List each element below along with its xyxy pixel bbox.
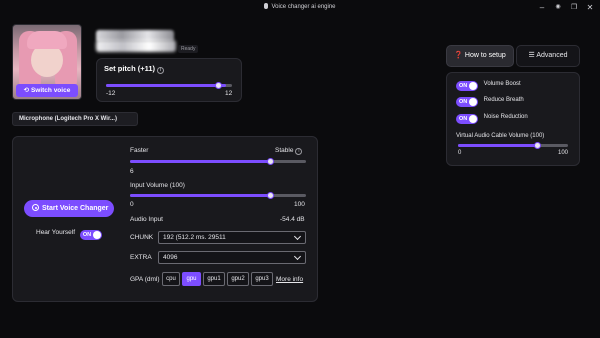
voice-subtitle-redacted (96, 40, 176, 52)
extra-label: EXTRA (130, 254, 152, 261)
speed-slider-thumb[interactable] (267, 158, 274, 165)
option-volume-boost: ON Volume Boost (456, 81, 521, 91)
pitch-slider[interactable] (106, 82, 232, 89)
gpa-label: GPA (dml) (130, 276, 160, 283)
input-volume-min: 0 (130, 201, 134, 208)
gpu-option-gpu3[interactable]: gpu3 (251, 272, 273, 286)
speed-slider[interactable] (130, 158, 306, 165)
discord-icon[interactable]: ◉ (552, 2, 564, 13)
extra-select[interactable]: 4096 (158, 251, 306, 264)
audio-input-label: Audio Input (130, 216, 163, 223)
chunk-label: CHUNK (130, 234, 154, 241)
option-reduce-breath: ON Reduce Breath (456, 97, 524, 107)
microphone-select[interactable]: Microphone (Logitech Pro X Wir...) (12, 112, 138, 126)
input-volume-max: 100 (294, 201, 305, 208)
cable-volume-thumb[interactable] (534, 142, 541, 149)
maximize-button[interactable]: ❐ (568, 2, 580, 13)
avatar-fringe (27, 31, 67, 49)
pitch-max-label: 12 (225, 90, 233, 97)
switch-voice-button[interactable]: ⟲ Switch voice (16, 84, 78, 97)
cable-volume-slider[interactable] (458, 142, 568, 149)
gpu-option-cpu[interactable]: cpu (162, 272, 180, 286)
gpu-option-gpu2[interactable]: gpu2 (227, 272, 249, 286)
cable-volume-min: 0 (458, 150, 462, 156)
input-volume-fill (130, 194, 271, 197)
input-volume-thumb[interactable] (267, 192, 274, 199)
stable-label-row: Stable i (275, 147, 303, 155)
minimize-button[interactable]: – (536, 2, 548, 13)
reduce-breath-label: Reduce Breath (483, 97, 524, 103)
audio-input-value: -54.4 dB (280, 216, 305, 223)
gpu-option-gpu1[interactable]: gpu1 (203, 272, 225, 286)
input-volume-slider[interactable] (130, 192, 306, 199)
pitch-title: Set pitch (+11) i (104, 64, 165, 74)
noise-reduction-toggle[interactable]: ON (456, 114, 478, 124)
gpu-option-gpu[interactable]: gpu (182, 272, 201, 286)
refresh-icon: ⟲ (23, 87, 31, 94)
cable-volume-fill (458, 144, 538, 147)
volume-boost-toggle[interactable]: ON (456, 81, 478, 91)
record-icon (32, 204, 39, 211)
info-icon[interactable]: i (295, 148, 303, 155)
hear-yourself-label: Hear Yourself (36, 229, 76, 236)
more-info-link[interactable]: More info (276, 276, 303, 283)
hear-yourself-toggle[interactable]: ON (79, 230, 102, 240)
chunk-select[interactable]: 192 (512.2 ms. 29511 (158, 231, 306, 244)
option-noise-reduction: ON Noise Reduction (456, 114, 528, 124)
help-icon: ❓ (454, 52, 465, 59)
pitch-slider-thumb[interactable] (215, 82, 222, 89)
volume-boost-label: Volume Boost (483, 81, 521, 87)
start-voice-changer-button[interactable]: Start Voice Changer (24, 200, 114, 217)
stable-label: Stable (275, 147, 294, 154)
noise-reduction-label: Noise Reduction (483, 114, 528, 120)
status-badge: Ready (178, 45, 199, 53)
speed-value: 6 (130, 168, 134, 175)
close-button[interactable]: ✕ (584, 2, 596, 13)
speed-slider-fill (130, 160, 271, 163)
how-to-setup-button[interactable]: ❓ How to setup (446, 45, 514, 67)
input-volume-label: Input Volume (100) (130, 182, 185, 189)
faster-label: Faster (130, 147, 149, 154)
cable-volume-label: Virtual Audio Cable Volume (100) (456, 133, 545, 139)
hear-yourself-row: Hear Yourself ON (36, 229, 102, 240)
advanced-button[interactable]: ☰ Advanced (516, 45, 580, 67)
pitch-slider-fill (106, 84, 226, 87)
info-icon[interactable]: i (157, 67, 165, 74)
chevron-down-icon (293, 232, 302, 241)
window-title: Voice changer ai engine (0, 3, 600, 10)
reduce-breath-toggle[interactable]: ON (456, 97, 478, 107)
cable-volume-max: 100 (558, 150, 569, 156)
pitch-min-label: -12 (106, 90, 116, 97)
microphone-icon (264, 3, 269, 9)
chevron-down-icon (293, 252, 302, 261)
